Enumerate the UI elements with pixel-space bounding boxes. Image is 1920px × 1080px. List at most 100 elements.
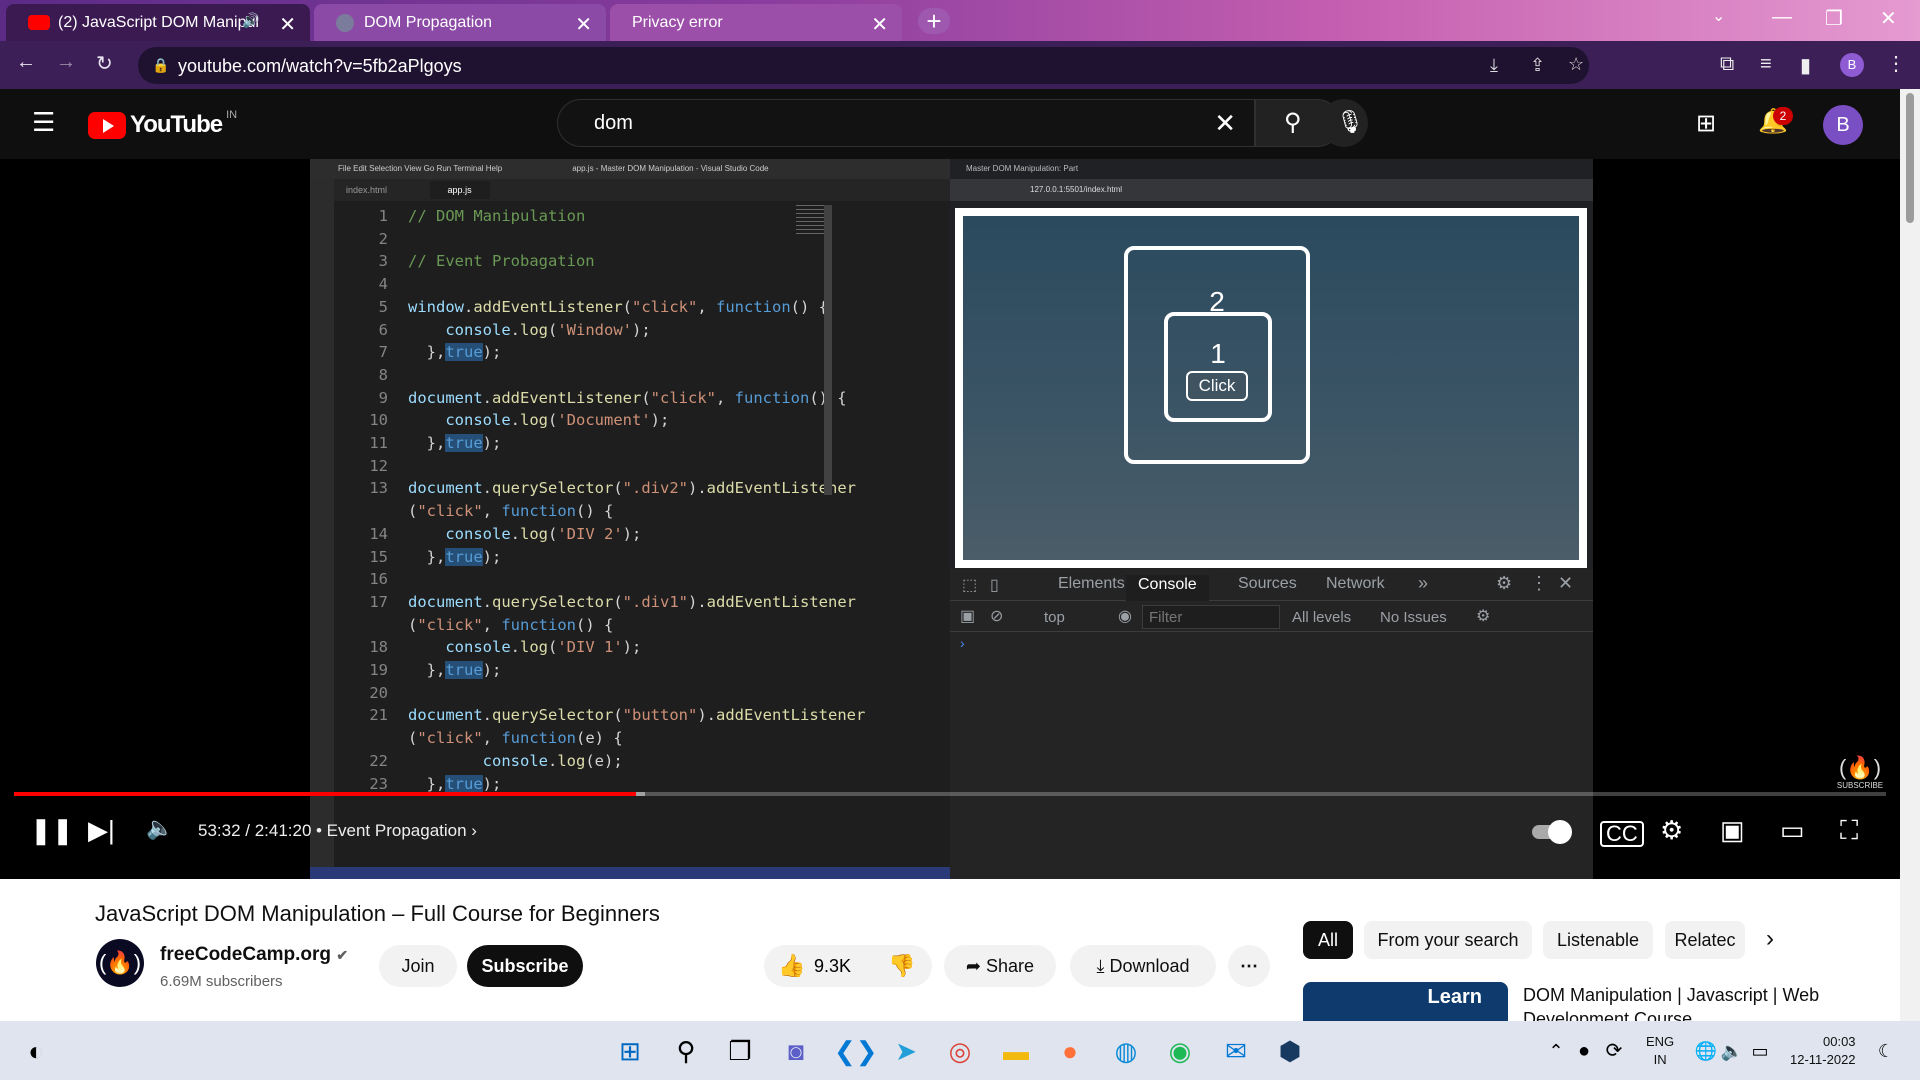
related-video-thumbnail[interactable]: Learn bbox=[1303, 982, 1508, 1021]
battery-icon[interactable]: ▭ bbox=[1744, 1035, 1776, 1067]
telegram-icon[interactable]: ➤ bbox=[890, 1035, 922, 1067]
file-explorer-icon[interactable]: ▬ bbox=[1000, 1035, 1032, 1067]
share-button[interactable]: ➦ Share bbox=[944, 945, 1056, 987]
next-video-icon[interactable]: ▶| bbox=[88, 815, 115, 846]
pause-icon[interactable]: ❚❚ bbox=[30, 815, 74, 846]
new-tab-button[interactable]: + bbox=[918, 8, 950, 34]
chip-related[interactable]: Relatec bbox=[1665, 921, 1745, 959]
address-bar[interactable]: 🔒 youtube.com/watch?v=5fb2aPlgoys ⤓ ⇪ ☆ bbox=[138, 47, 1589, 84]
side-panel-icon[interactable]: ▮ bbox=[1800, 53, 1811, 78]
task-view-icon[interactable]: ❐ bbox=[724, 1035, 756, 1067]
scrollbar-thumb[interactable] bbox=[1906, 93, 1914, 223]
youtube-wordmark: YouTube bbox=[130, 111, 223, 138]
code-line: 22 console.log(e); bbox=[369, 751, 623, 770]
captions-icon[interactable]: CC bbox=[1600, 821, 1644, 847]
video-player[interactable]: File Edit Selection View Go Run Terminal… bbox=[0, 159, 1900, 879]
clear-search-icon[interactable]: ✕ bbox=[1214, 108, 1236, 139]
start-icon[interactable]: ⊞ bbox=[614, 1035, 646, 1067]
join-button[interactable]: Join bbox=[379, 945, 457, 987]
install-icon[interactable]: ⤓ bbox=[1490, 55, 1498, 76]
code-line: 21 document.querySelector("button").addEv… bbox=[369, 706, 866, 725]
widgets-icon[interactable]: ◐ bbox=[20, 1035, 52, 1067]
theater-mode-icon[interactable]: ▭ bbox=[1780, 815, 1805, 846]
more-actions-button[interactable]: ⋯ bbox=[1228, 945, 1270, 987]
youtube-logo[interactable]: YouTube IN bbox=[88, 109, 237, 139]
clock-date: 12-11-2022 bbox=[1790, 1052, 1856, 1067]
levels-select: All levels bbox=[1292, 609, 1352, 626]
virtualbox-icon[interactable]: ⬢ bbox=[1274, 1035, 1306, 1067]
bookmark-star-icon[interactable]: ☆ bbox=[1568, 54, 1584, 75]
firefox-icon[interactable]: ● bbox=[1054, 1035, 1086, 1067]
like-count[interactable]: 9.3K bbox=[814, 956, 851, 977]
chrome-icon[interactable]: ◎ bbox=[944, 1035, 976, 1067]
subscriber-count: 6.69M subscribers bbox=[160, 973, 283, 990]
vscode-icon[interactable]: ❮❯ bbox=[834, 1035, 878, 1067]
code-line: 13 document.querySelector(".div2").addEve… bbox=[369, 479, 856, 498]
progress-bar[interactable] bbox=[14, 792, 1886, 796]
volume-icon[interactable]: 🔈 bbox=[146, 815, 173, 841]
page-viewport: 2 1 Click bbox=[955, 208, 1587, 568]
edge-icon[interactable]: ◍ bbox=[1110, 1035, 1142, 1067]
media-control-icon[interactable]: ≡ bbox=[1760, 53, 1772, 76]
close-tab-icon[interactable]: ✕ bbox=[871, 12, 888, 37]
tray-sync-icon[interactable]: ⟳ bbox=[1598, 1035, 1630, 1067]
devtools-tab-network: Network bbox=[1326, 575, 1385, 592]
minimize-icon[interactable]: — bbox=[1772, 6, 1792, 29]
forward-icon[interactable]: → bbox=[56, 51, 76, 74]
download-button[interactable]: ⤓ Download bbox=[1070, 945, 1216, 987]
share-icon[interactable]: ⇪ bbox=[1530, 55, 1545, 76]
channel-watermark[interactable]: (🔥) SUBSCRIBE bbox=[1832, 755, 1888, 790]
video-frame: File Edit Selection View Go Run Terminal… bbox=[310, 159, 1593, 879]
channel-name[interactable]: freeCodeCamp.org ✔ bbox=[160, 944, 348, 966]
language-indicator[interactable]: ENG IN bbox=[1646, 1033, 1674, 1069]
voice-search-button[interactable]: 🎙 bbox=[1320, 99, 1368, 147]
chat-icon[interactable]: ◙ bbox=[780, 1035, 812, 1067]
chip-all[interactable]: All bbox=[1303, 921, 1353, 959]
notification-center-icon[interactable]: ☾ bbox=[1870, 1035, 1902, 1067]
back-icon[interactable]: ← bbox=[16, 51, 36, 74]
mail-icon[interactable]: ✉ bbox=[1220, 1035, 1252, 1067]
search-icon[interactable]: ⚲ bbox=[670, 1035, 702, 1067]
tab-privacy-error[interactable]: Privacy error ✕ bbox=[610, 4, 902, 41]
speaker-icon[interactable]: 🔊 bbox=[242, 12, 259, 29]
extensions-icon[interactable]: ⧉ bbox=[1720, 53, 1734, 76]
close-tab-icon[interactable]: ✕ bbox=[575, 12, 592, 37]
reload-icon[interactable]: ↻ bbox=[96, 51, 113, 76]
settings-gear-icon[interactable]: ⚙ bbox=[1660, 815, 1683, 846]
chips-next-icon[interactable]: › bbox=[1766, 925, 1774, 953]
chip-listenable[interactable]: Listenable bbox=[1543, 921, 1653, 959]
like-icon[interactable]: 👍 bbox=[778, 953, 805, 979]
channel-avatar[interactable]: (🔥) bbox=[96, 939, 144, 987]
create-video-icon[interactable]: ⊞ bbox=[1696, 109, 1716, 138]
search-input[interactable]: dom ✕ bbox=[557, 99, 1255, 147]
restore-icon[interactable]: ❐ bbox=[1825, 6, 1843, 31]
spotify-icon[interactable]: ◉ bbox=[1164, 1035, 1196, 1067]
autoplay-knob bbox=[1548, 820, 1572, 844]
code-line: 5 window.addEventListener("click", functi… bbox=[378, 297, 828, 316]
profile-avatar[interactable]: B bbox=[1840, 53, 1864, 77]
code-line: 10 console.log('Document'); bbox=[369, 411, 670, 430]
devtools-tabbar: ⬚ ▯ Elements Console Sources Network » ⚙… bbox=[950, 569, 1593, 601]
account-avatar[interactable]: B bbox=[1823, 105, 1863, 145]
close-window-icon[interactable]: ✕ bbox=[1880, 6, 1897, 31]
tray-app-icon[interactable]: ● bbox=[1568, 1035, 1600, 1067]
dislike-icon[interactable]: 👎 bbox=[888, 953, 915, 979]
tab-search-icon[interactable]: ⌄ bbox=[1712, 6, 1725, 26]
miniplayer-icon[interactable]: ▣ bbox=[1720, 815, 1745, 846]
youtube-play-icon bbox=[88, 111, 126, 139]
hamburger-menu-icon[interactable]: ☰ bbox=[32, 107, 55, 138]
tab-dom-propagation[interactable]: DOM Propagation ✕ bbox=[314, 4, 606, 41]
subscribe-button[interactable]: Subscribe bbox=[467, 945, 583, 987]
system-clock[interactable]: 00:03 12-11-2022 bbox=[1790, 1033, 1856, 1069]
tab-youtube[interactable]: (2) JavaScript DOM Manipula 🔊 ✕ bbox=[6, 4, 310, 41]
devtools-settings-icon: ⚙ bbox=[1496, 573, 1513, 593]
page-scrollbar[interactable] bbox=[1900, 89, 1920, 1021]
close-tab-icon[interactable]: ✕ bbox=[279, 12, 296, 37]
fullscreen-icon[interactable]: ⛶ bbox=[1840, 815, 1858, 847]
related-video-title[interactable]: DOM Manipulation | Javascript | Web Deve… bbox=[1523, 983, 1903, 1021]
youtube-favicon-icon bbox=[28, 15, 50, 30]
menu-kebab-icon[interactable]: ⋮ bbox=[1886, 51, 1906, 76]
chip-from-your-search[interactable]: From your search bbox=[1364, 921, 1532, 959]
chapter-title[interactable]: • Event Propagation › bbox=[316, 821, 477, 841]
autoplay-toggle[interactable] bbox=[1532, 820, 1572, 844]
